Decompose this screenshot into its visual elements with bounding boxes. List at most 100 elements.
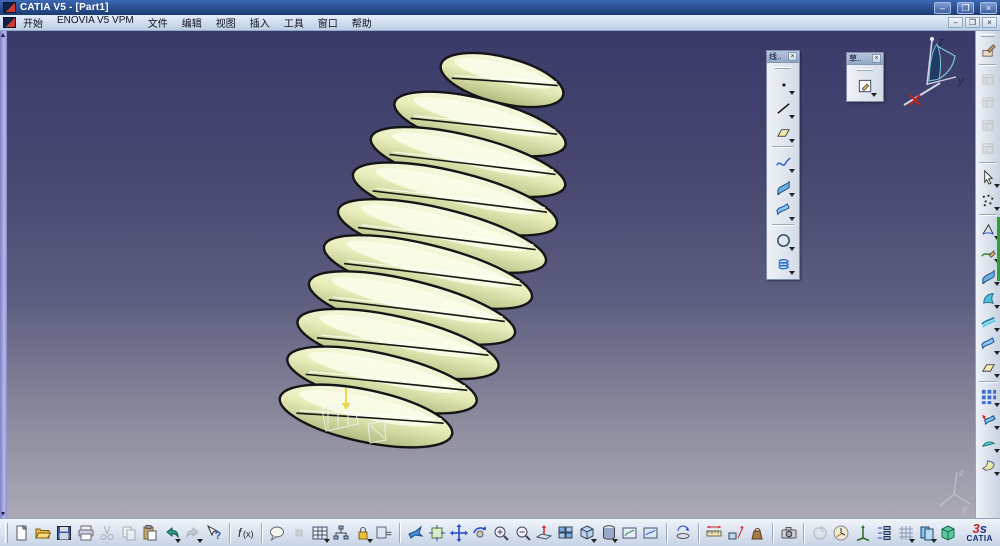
- viewport-3d[interactable]: z y z y 线.. × 草.. ×: [0, 31, 1000, 518]
- redo-button[interactable]: [183, 522, 204, 544]
- gray-win-button[interactable]: [977, 68, 1000, 91]
- planes-vis-button[interactable]: [917, 522, 938, 544]
- toolbar-grip[interactable]: [857, 69, 873, 71]
- arc-blue-button[interactable]: [977, 431, 1000, 454]
- cube-green-button[interactable]: [939, 522, 958, 544]
- copy-button[interactable]: [119, 522, 138, 544]
- mdi-restore-button[interactable]: ❐: [965, 17, 980, 28]
- surf-sweep-button[interactable]: [771, 198, 795, 222]
- zoom-in-button[interactable]: [492, 522, 511, 544]
- swirl-button[interactable]: [810, 522, 829, 544]
- toolbar-grip[interactable]: [775, 67, 791, 69]
- menu-7[interactable]: 工具: [277, 15, 311, 30]
- undo-button[interactable]: [162, 522, 182, 544]
- paste-button[interactable]: [140, 522, 159, 544]
- fold-surf-button[interactable]: [977, 454, 1000, 477]
- normal-view-button[interactable]: [535, 522, 554, 544]
- restore-button[interactable]: ❐: [957, 1, 974, 14]
- help-cursor-button[interactable]: ?: [205, 522, 224, 544]
- render-style2-button[interactable]: [642, 522, 661, 544]
- line-toolbar[interactable]: 线.. ×: [766, 50, 800, 280]
- menu-4[interactable]: 编辑: [175, 15, 209, 30]
- circle-button[interactable]: [771, 228, 795, 252]
- style-brush-button[interactable]: [977, 39, 1000, 62]
- toolbar-grip[interactable]: [981, 34, 995, 37]
- mdi-close-button[interactable]: ×: [982, 17, 997, 28]
- menu-1[interactable]: 开始: [16, 15, 50, 30]
- cut-button[interactable]: [98, 522, 117, 544]
- pan-button[interactable]: [449, 522, 468, 544]
- work-grid-button[interactable]: [896, 522, 916, 544]
- mini-axis: z y: [939, 468, 971, 515]
- fit-all-button[interactable]: [427, 522, 446, 544]
- save-button[interactable]: [55, 522, 74, 544]
- measure-item-button[interactable]: [726, 522, 745, 544]
- fly-button[interactable]: [406, 522, 425, 544]
- surf-offset-button[interactable]: [977, 310, 1000, 333]
- tree-scrollbar[interactable]: [0, 31, 7, 518]
- table-button[interactable]: [310, 522, 331, 544]
- zoom-out-button[interactable]: [513, 522, 532, 544]
- arrow-surf-button[interactable]: [977, 408, 1000, 431]
- shaded-view-button[interactable]: [599, 522, 619, 544]
- line-toolbar-close-icon[interactable]: ×: [788, 52, 797, 61]
- plane-button[interactable]: [977, 356, 1000, 379]
- gray-win-button[interactable]: [977, 91, 1000, 114]
- render-style-button[interactable]: [620, 522, 639, 544]
- mdi-minimize-button[interactable]: –: [948, 17, 963, 28]
- mass-button[interactable]: [747, 522, 766, 544]
- sketch-toolbar[interactable]: 草.. ×: [846, 52, 884, 102]
- manipulator-button[interactable]: [832, 522, 851, 544]
- point-button[interactable]: [771, 72, 795, 96]
- toolbar-grip[interactable]: [5, 522, 8, 543]
- close-button[interactable]: ×: [980, 1, 997, 14]
- menu-9[interactable]: 帮助: [345, 15, 379, 30]
- iso-view-button[interactable]: [577, 522, 598, 544]
- blue-grid-button[interactable]: [977, 385, 1000, 408]
- menu-2[interactable]: ENOVIA V5 VPM: [50, 15, 141, 30]
- chat-button[interactable]: [268, 522, 287, 544]
- axis-system-button[interactable]: [853, 522, 872, 544]
- select-arrow-button[interactable]: [977, 166, 1000, 189]
- camera-button[interactable]: [779, 522, 798, 544]
- sketch-toolbar-titlebar[interactable]: 草.. ×: [847, 53, 883, 65]
- line-button[interactable]: [771, 96, 795, 120]
- gray-win-button[interactable]: [977, 137, 1000, 160]
- menu-6[interactable]: 插入: [243, 15, 277, 30]
- paste-icon: [141, 524, 159, 542]
- quad-view-button[interactable]: [556, 522, 575, 544]
- open-button[interactable]: [33, 522, 52, 544]
- fx-button[interactable]: f (x): [236, 522, 255, 544]
- org-chart-button[interactable]: [332, 522, 351, 544]
- surf-revolve-button[interactable]: [977, 287, 1000, 310]
- menu-8[interactable]: 窗口: [311, 15, 345, 30]
- sketcher-button[interactable]: [853, 74, 877, 98]
- scroll-down-icon[interactable]: [1, 512, 5, 516]
- rotate-button[interactable]: [470, 522, 489, 544]
- lock-button[interactable]: [353, 522, 374, 544]
- new-doc-button[interactable]: [12, 522, 31, 544]
- minimize-button[interactable]: –: [934, 1, 951, 14]
- formula-button[interactable]: =: [375, 522, 394, 544]
- plane-button[interactable]: [771, 120, 795, 144]
- surf-extrude-button[interactable]: [771, 174, 795, 198]
- copy-icon: [120, 524, 138, 542]
- gray-dot-button[interactable]: [289, 522, 308, 544]
- turntable-button[interactable]: [673, 522, 692, 544]
- sketch-toolbar-close-icon[interactable]: ×: [872, 54, 881, 63]
- spline-button[interactable]: [771, 150, 795, 174]
- points-cloud-button[interactable]: [977, 189, 1000, 212]
- gray-win-button[interactable]: [977, 114, 1000, 137]
- spring-coils[interactable]: [275, 42, 572, 459]
- print-button[interactable]: [76, 522, 95, 544]
- helix-button[interactable]: [771, 252, 795, 276]
- measure-button[interactable]: [705, 522, 724, 544]
- surf-sweep-button[interactable]: [977, 333, 1000, 356]
- compass[interactable]: z y: [896, 33, 968, 117]
- line-toolbar-titlebar[interactable]: 线.. ×: [767, 51, 799, 63]
- tree-button[interactable]: [874, 522, 893, 544]
- spring-model[interactable]: [0, 31, 1000, 518]
- menu-3[interactable]: 文件: [141, 15, 175, 30]
- menu-5[interactable]: 视图: [209, 15, 243, 30]
- scroll-up-icon[interactable]: [1, 33, 5, 37]
